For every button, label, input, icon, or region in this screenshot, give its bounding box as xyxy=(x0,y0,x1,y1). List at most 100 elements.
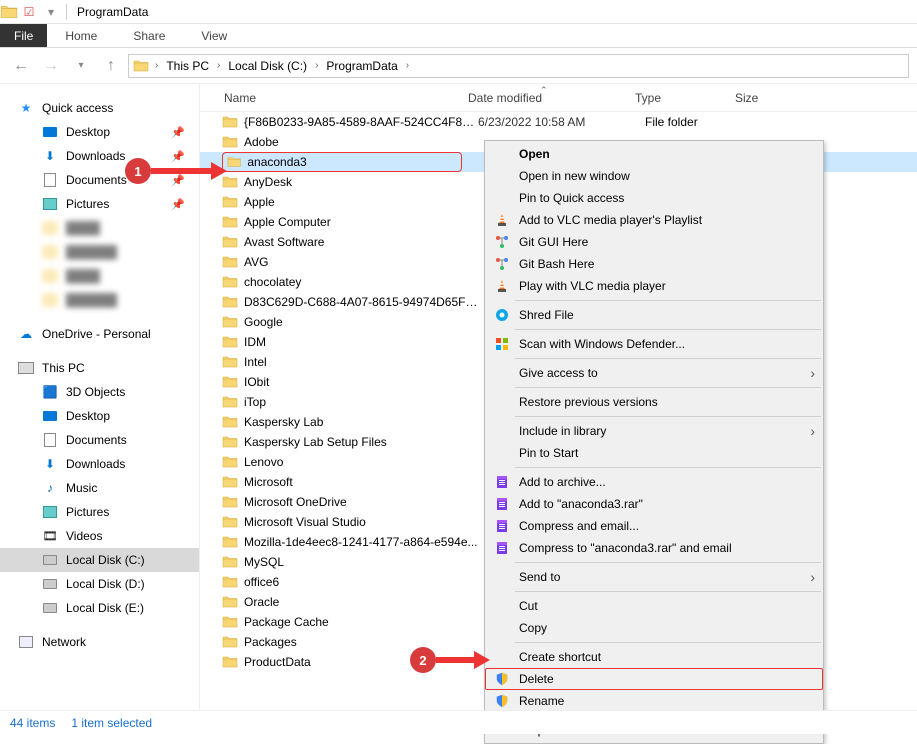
folder-icon xyxy=(222,454,238,470)
file-date: 6/23/2022 10:58 AM xyxy=(478,115,645,129)
folder-icon xyxy=(133,58,149,74)
forward-button[interactable]: → xyxy=(38,53,64,79)
home-tab[interactable]: Home xyxy=(47,24,115,47)
nav-downloads-2[interactable]: ⬇ Downloads xyxy=(0,452,199,476)
file-name: Adobe xyxy=(244,135,478,149)
separator xyxy=(515,300,821,301)
nav-blurred-item[interactable]: ████ xyxy=(0,264,199,288)
nav-disk-e[interactable]: Local Disk (E:) xyxy=(0,596,199,620)
folder-icon xyxy=(222,174,238,190)
network-icon xyxy=(18,634,34,650)
breadcrumb-segment[interactable]: Local Disk (C:) xyxy=(224,59,311,73)
menu-git-bash[interactable]: Git Bash Here xyxy=(485,253,823,275)
menu-delete[interactable]: Delete xyxy=(485,668,823,690)
menu-pin-start[interactable]: Pin to Start xyxy=(485,442,823,464)
shield-icon xyxy=(491,672,513,686)
nav-documents-2[interactable]: Documents xyxy=(0,428,199,452)
qat-customize-button[interactable]: ▾ xyxy=(40,1,62,23)
nav-pictures[interactable]: Pictures 📌 xyxy=(0,192,199,216)
menu-compress-rar-email[interactable]: Compress to "anaconda3.rar" and email xyxy=(485,537,823,559)
downloads-icon: ⬇ xyxy=(42,456,58,472)
nav-this-pc[interactable]: This PC xyxy=(0,356,199,380)
chevron-right-icon[interactable]: › xyxy=(402,60,413,71)
nav-label: Quick access xyxy=(42,101,113,115)
git-icon xyxy=(491,256,513,272)
nav-disk-d[interactable]: Local Disk (D:) xyxy=(0,572,199,596)
nav-disk-c[interactable]: Local Disk (C:) xyxy=(0,548,199,572)
nav-network[interactable]: Network xyxy=(0,630,199,654)
menu-rename[interactable]: Rename xyxy=(485,690,823,712)
back-button[interactable]: ← xyxy=(8,53,34,79)
folder-icon xyxy=(222,374,238,390)
menu-give-access[interactable]: Give access to› xyxy=(485,362,823,384)
address-row: ← → ▾ ↑ › This PC › Local Disk (C:) › Pr… xyxy=(0,48,917,84)
breadcrumb-segment[interactable]: ProgramData xyxy=(322,59,401,73)
folder-icon xyxy=(222,334,238,350)
onedrive-icon: ☁ xyxy=(18,326,34,342)
nav-desktop-2[interactable]: Desktop xyxy=(0,404,199,428)
view-tab[interactable]: View xyxy=(183,24,245,47)
rar-icon xyxy=(491,540,513,556)
context-menu: Open Open in new window Pin to Quick acc… xyxy=(484,140,824,744)
file-name: Lenovo xyxy=(244,455,478,469)
nav-quick-access[interactable]: ★ Quick access xyxy=(0,96,199,120)
nav-blurred-item[interactable]: ██████ xyxy=(0,240,199,264)
nav-downloads[interactable]: ⬇ Downloads 📌 xyxy=(0,144,199,168)
column-type[interactable]: Type xyxy=(627,91,727,105)
share-tab[interactable]: Share xyxy=(115,24,183,47)
nav-label: This PC xyxy=(42,361,85,375)
chevron-right-icon[interactable]: › xyxy=(213,60,224,71)
qat-properties-button[interactable]: ☑ xyxy=(18,1,40,23)
rar-icon xyxy=(491,474,513,490)
menu-open-new-window[interactable]: Open in new window xyxy=(485,165,823,187)
nav-blurred-item[interactable]: ██████ xyxy=(0,288,199,312)
menu-add-archive[interactable]: Add to archive... xyxy=(485,471,823,493)
music-icon: ♪ xyxy=(42,480,58,496)
chevron-right-icon[interactable]: › xyxy=(311,60,322,71)
nav-label: Music xyxy=(66,481,97,495)
nav-documents[interactable]: Documents 📌 xyxy=(0,168,199,192)
folder-icon xyxy=(222,194,238,210)
separator xyxy=(515,562,821,563)
file-type: File folder xyxy=(645,115,745,129)
address-bar[interactable]: › This PC › Local Disk (C:) › ProgramDat… xyxy=(128,54,909,78)
menu-create-shortcut[interactable]: Create shortcut xyxy=(485,646,823,668)
menu-pin-quick-access[interactable]: Pin to Quick access xyxy=(485,187,823,209)
breadcrumb-segment[interactable]: This PC xyxy=(162,59,213,73)
nav-pictures-2[interactable]: Pictures xyxy=(0,500,199,524)
menu-defender[interactable]: Scan with Windows Defender... xyxy=(485,333,823,355)
window-title: ProgramData xyxy=(77,5,148,19)
column-size[interactable]: Size xyxy=(727,91,807,105)
menu-vlc-play[interactable]: Play with VLC media player xyxy=(485,275,823,297)
nav-blurred-item[interactable]: ████ xyxy=(0,216,199,240)
nav-label: Downloads xyxy=(66,457,125,471)
menu-copy[interactable]: Copy xyxy=(485,617,823,639)
column-name[interactable]: Name xyxy=(200,91,460,105)
file-tab[interactable]: File xyxy=(0,24,47,47)
menu-send-to[interactable]: Send to› xyxy=(485,566,823,588)
disk-icon xyxy=(42,576,58,592)
menu-vlc-playlist[interactable]: Add to VLC media player's Playlist xyxy=(485,209,823,231)
menu-include-library[interactable]: Include in library› xyxy=(485,420,823,442)
nav-videos[interactable]: 🎞Videos xyxy=(0,524,199,548)
menu-cut[interactable]: Cut xyxy=(485,595,823,617)
menu-git-gui[interactable]: Git GUI Here xyxy=(485,231,823,253)
menu-compress-email[interactable]: Compress and email... xyxy=(485,515,823,537)
recent-dropdown[interactable]: ▾ xyxy=(68,53,94,79)
menu-shred[interactable]: Shred File xyxy=(485,304,823,326)
nav-music[interactable]: ♪ Music xyxy=(0,476,199,500)
up-button[interactable]: ↑ xyxy=(98,53,124,79)
file-name: Apple xyxy=(244,195,478,209)
menu-open[interactable]: Open xyxy=(485,143,823,165)
menu-add-rar[interactable]: Add to "anaconda3.rar" xyxy=(485,493,823,515)
file-row[interactable]: {F86B0233-9A85-4589-8AAF-524CC4F821...6/… xyxy=(200,112,917,132)
separator xyxy=(515,358,821,359)
nav-onedrive[interactable]: ☁ OneDrive - Personal xyxy=(0,322,199,346)
nav-desktop[interactable]: Desktop 📌 xyxy=(0,120,199,144)
chevron-right-icon[interactable]: › xyxy=(151,60,162,71)
folder-icon xyxy=(222,254,238,270)
nav-3d-objects[interactable]: 🟦3D Objects xyxy=(0,380,199,404)
menu-restore[interactable]: Restore previous versions xyxy=(485,391,823,413)
nav-label: 3D Objects xyxy=(66,385,125,399)
chevron-right-icon: › xyxy=(810,569,815,585)
